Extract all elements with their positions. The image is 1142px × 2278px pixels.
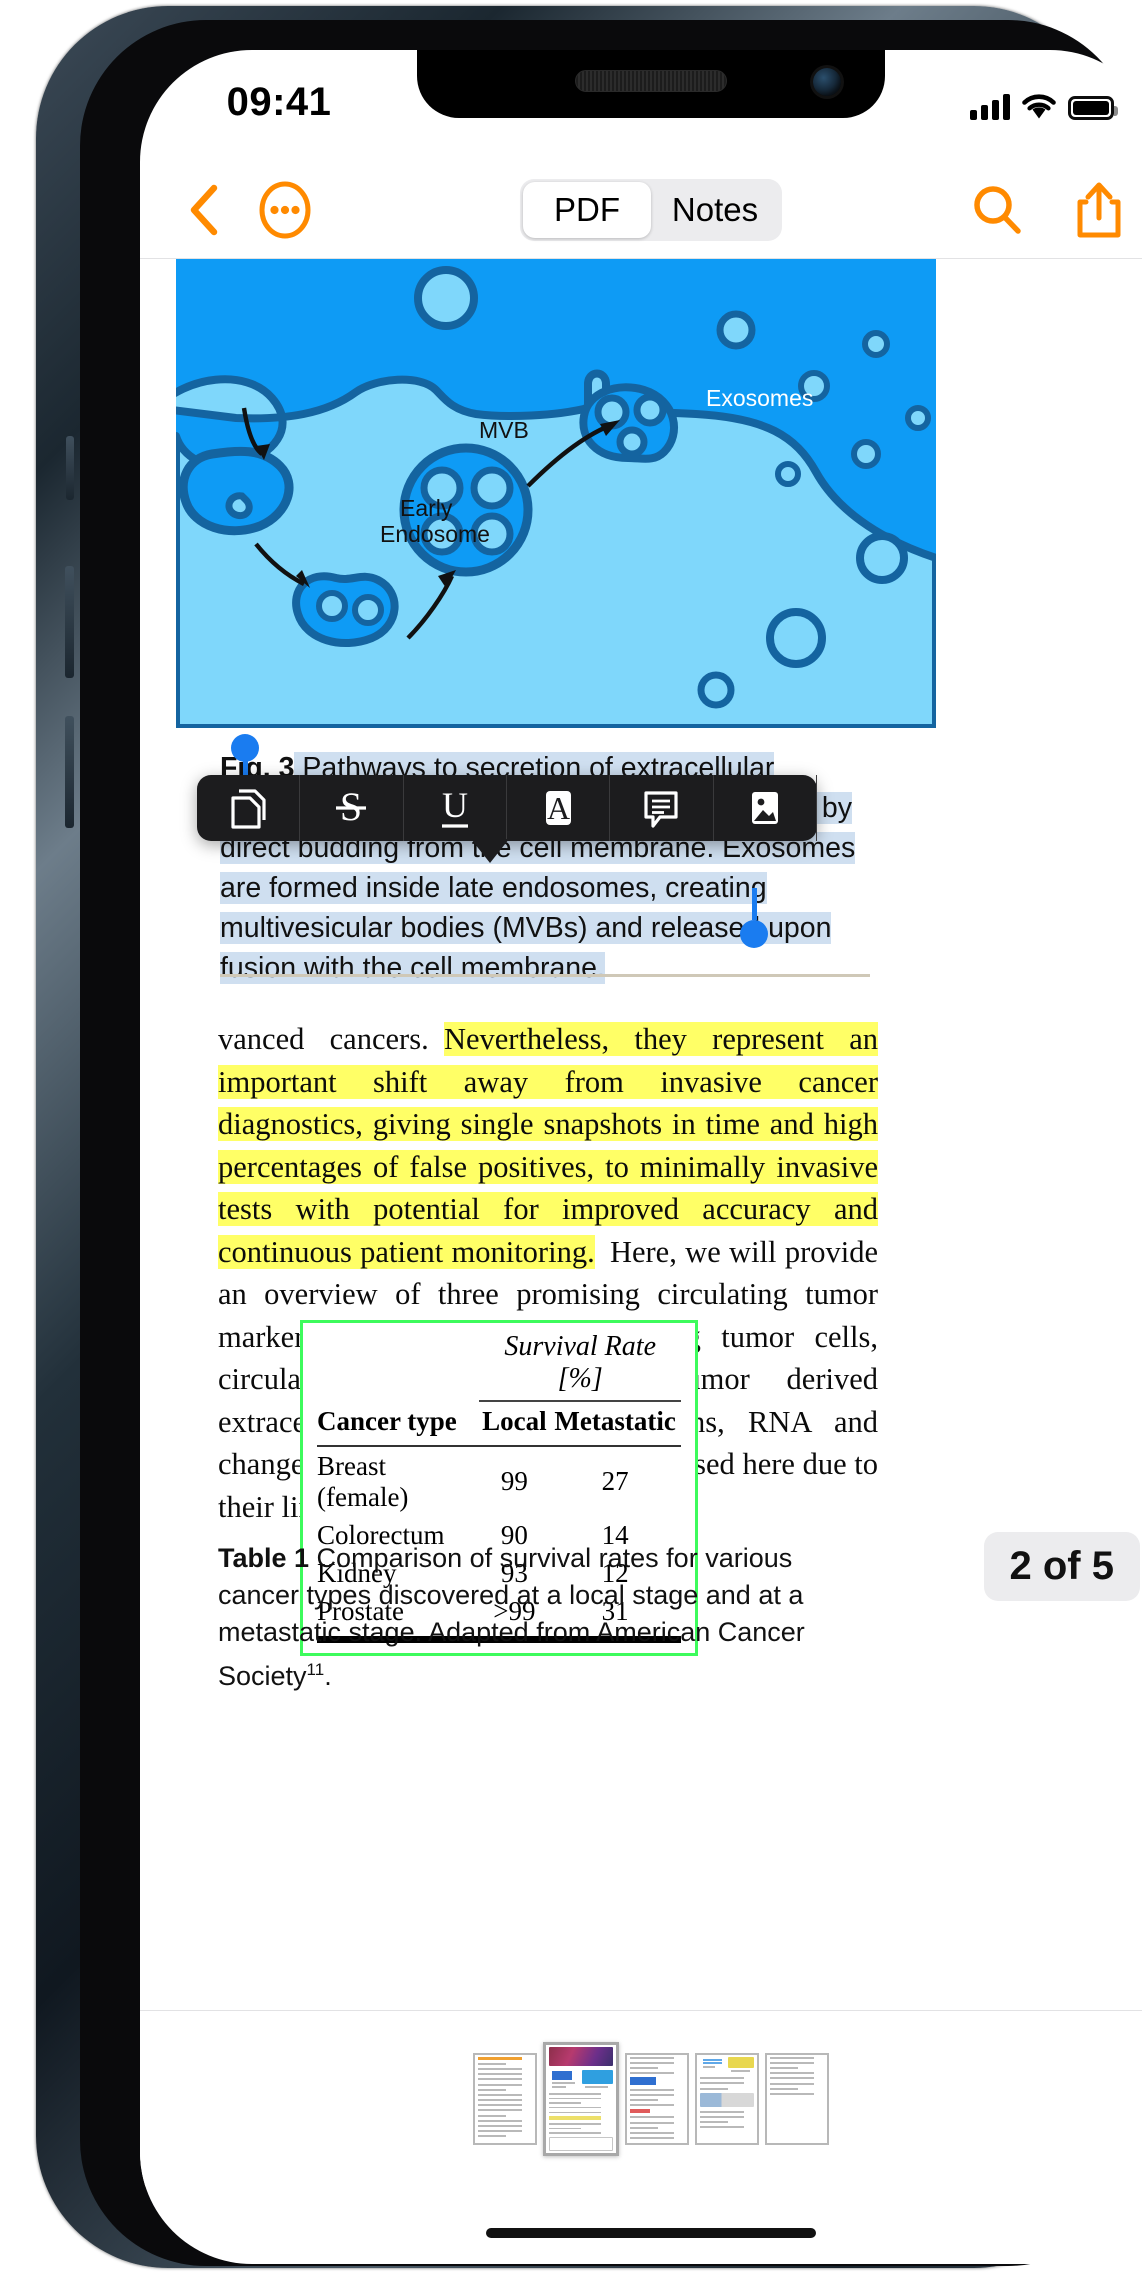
cellular-signal-icon — [970, 94, 1010, 120]
table-spanning-header: Survival Rate [%] — [504, 1331, 656, 1394]
earpiece-speaker — [575, 70, 727, 92]
mute-switch[interactable] — [66, 436, 74, 500]
screenshot-root: 09:41 PDF Notes Exosomes MVB Early Endos… — [0, 0, 1142, 2278]
copy-icon[interactable] — [197, 775, 301, 841]
tab-pdf[interactable]: PDF — [523, 182, 651, 238]
page-thumbnail-2[interactable] — [543, 2042, 619, 2156]
table-col-local: Local — [482, 1406, 547, 1436]
wifi-icon — [1022, 94, 1056, 120]
volume-up-button[interactable] — [65, 566, 74, 678]
volume-down-button[interactable] — [65, 716, 74, 828]
table-caption-suffix: . — [324, 1661, 332, 1691]
app-toolbar: PDF Notes — [140, 162, 1142, 259]
battery-icon — [1068, 96, 1118, 120]
table-caption-label: Table 1 — [218, 1543, 310, 1573]
strikethrough-icon[interactable]: S — [300, 775, 404, 841]
image-icon[interactable] — [714, 775, 817, 841]
phone-screen: 09:41 PDF Notes Exosomes MVB Early Endos… — [140, 50, 1142, 2264]
page-indicator-badge: 2 of 5 — [983, 1532, 1140, 1601]
phone-bezel: 09:41 PDF Notes Exosomes MVB Early Endos… — [80, 20, 1142, 2266]
page-thumbnail-3[interactable] — [625, 2053, 689, 2145]
table-caption: Table 1 Comparison of survival rates for… — [218, 1540, 878, 1695]
share-icon[interactable] — [1070, 181, 1128, 239]
table-col-cancer-type: Cancer type — [317, 1405, 457, 1436]
figure-label-exosomes: Exosomes — [706, 385, 813, 411]
figure-label-endosome: Endosome — [380, 521, 490, 547]
paragraph-highlighted-text: Nevertheless, they represent an importan… — [218, 1022, 878, 1269]
svg-text:A: A — [547, 790, 570, 826]
front-camera — [813, 68, 841, 96]
table-caption-footnote: 11 — [306, 1660, 325, 1679]
figure-cell-diagram: Exosomes MVB Early Endosome — [176, 258, 936, 728]
dynamic-island — [417, 50, 885, 118]
underline-icon[interactable]: U — [404, 775, 507, 841]
figure-label-early: Early — [400, 495, 453, 521]
tab-notes[interactable]: Notes — [651, 182, 779, 238]
note-icon[interactable] — [610, 775, 714, 841]
back-chevron-icon[interactable] — [178, 182, 230, 238]
pdf-document-canvas[interactable]: Exosomes MVB Early Endosome S U A Fig. 3… — [140, 258, 1142, 2010]
page-thumbnail-4[interactable] — [695, 2053, 759, 2145]
annotation-toolbar-pointer — [471, 839, 509, 863]
toolbar-right-actions — [968, 181, 1128, 239]
more-circle-icon[interactable] — [254, 179, 316, 241]
status-time: 09:41 — [226, 80, 332, 124]
phone-frame: 09:41 PDF Notes Exosomes MVB Early Endos… — [36, 6, 1142, 2268]
highlight-icon[interactable]: A — [507, 775, 611, 841]
svg-text:U: U — [442, 785, 468, 825]
page-divider-rule — [220, 974, 870, 977]
page-thumbnail-5[interactable] — [765, 2053, 829, 2145]
view-mode-segmented-control[interactable]: PDF Notes — [520, 179, 782, 241]
search-icon[interactable] — [968, 181, 1026, 239]
table-row: Breast (female) 99 27 — [317, 1450, 629, 1512]
figure-label-mvb: MVB — [479, 417, 529, 443]
page-thumbnail-1[interactable] — [473, 2053, 537, 2145]
annotation-toolbar[interactable]: S U A — [197, 775, 817, 863]
paragraph-pre-text: vanced cancers. — [218, 1022, 444, 1056]
status-indicators — [970, 86, 1118, 120]
table-col-metastatic: Metastatic — [554, 1406, 676, 1436]
page-thumbnail-strip[interactable] — [140, 2010, 1142, 2187]
home-indicator[interactable] — [486, 2228, 816, 2238]
